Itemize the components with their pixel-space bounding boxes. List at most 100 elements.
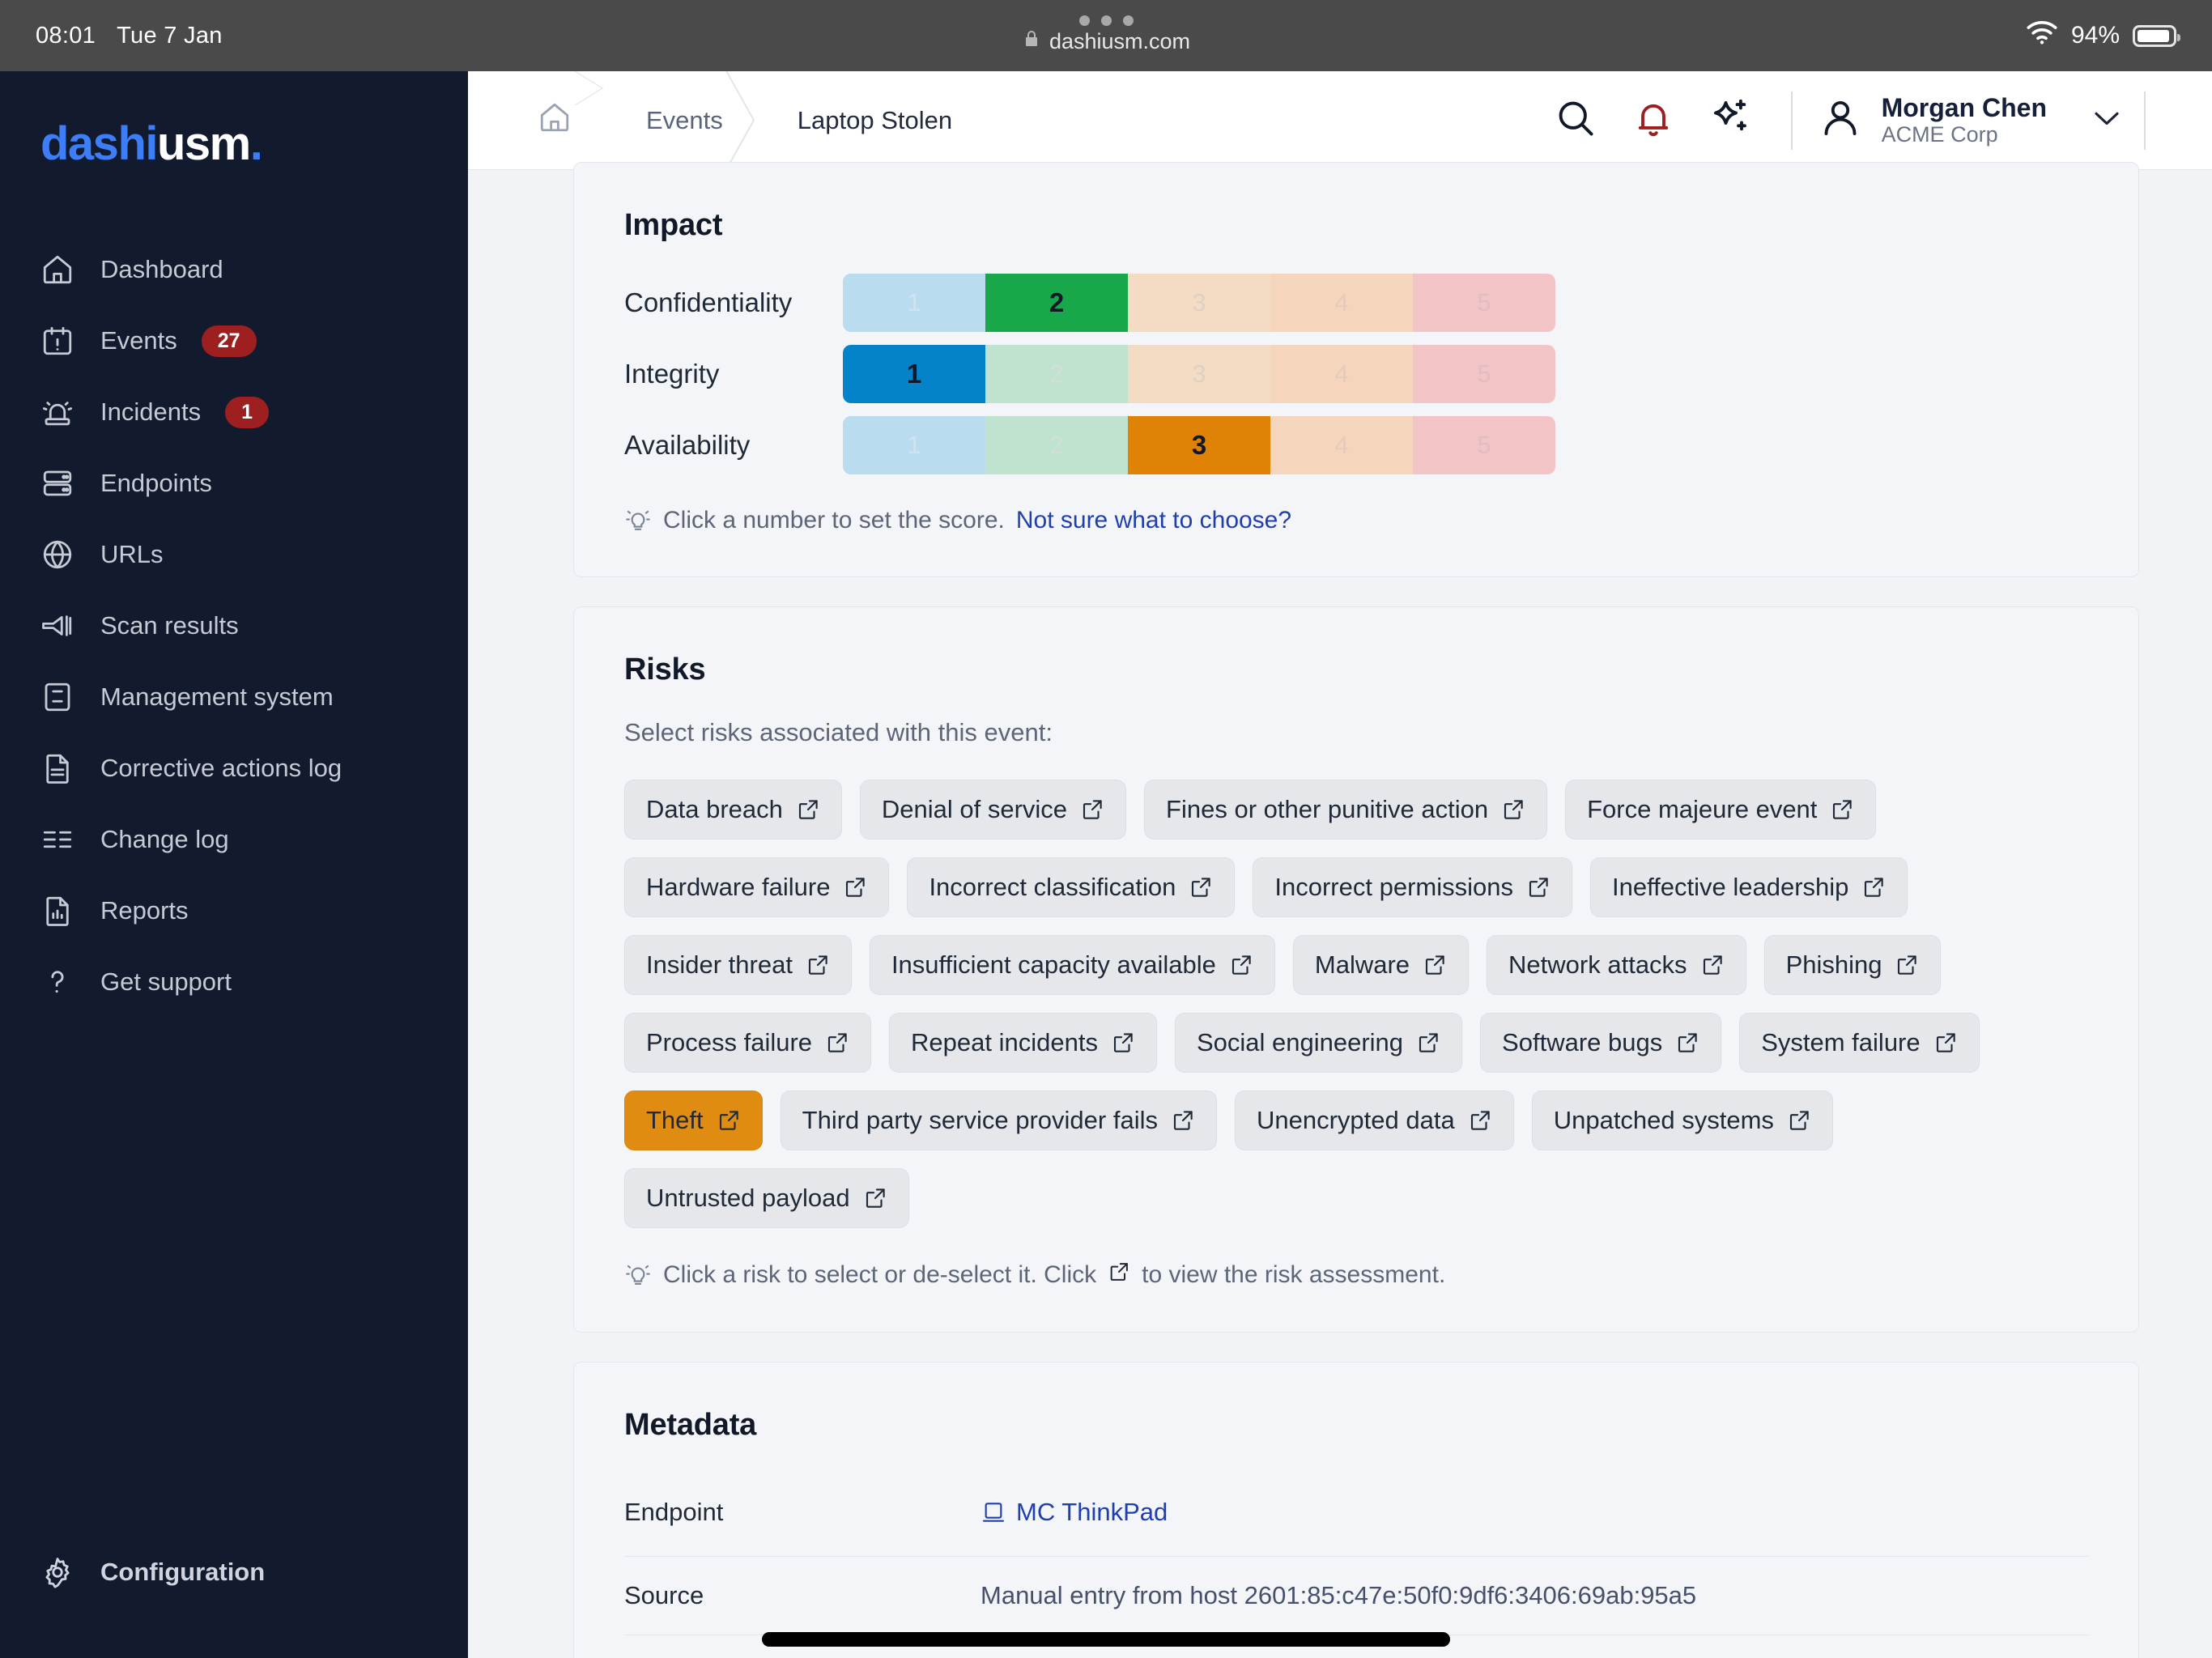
external-link-icon[interactable]	[1189, 875, 1213, 899]
risk-chip[interactable]: Malware	[1292, 935, 1470, 995]
impact-score-option[interactable]: 5	[1413, 416, 1555, 474]
risk-chip-selected[interactable]: Theft	[624, 1090, 763, 1150]
breadcrumb-home[interactable]	[468, 71, 604, 169]
flashlight-icon	[39, 607, 76, 644]
sidebar-item-dashboard[interactable]: Dashboard	[0, 234, 468, 305]
sidebar-item-endpoints[interactable]: Endpoints	[0, 448, 468, 519]
external-link-icon[interactable]	[1423, 953, 1447, 977]
external-link-icon[interactable]	[717, 1108, 741, 1133]
external-link-icon[interactable]	[1229, 953, 1253, 977]
external-link-icon[interactable]	[1526, 875, 1551, 899]
external-link-icon[interactable]	[863, 1186, 887, 1210]
impact-score-option[interactable]: 1	[843, 274, 985, 332]
impact-score-option[interactable]: 3	[1128, 274, 1270, 332]
address-bar[interactable]: dashiusm.com	[1022, 29, 1190, 54]
risk-chip[interactable]: Software bugs	[1480, 1013, 1722, 1073]
external-link-icon[interactable]	[1501, 797, 1525, 822]
sidebar-bottom: Configuration	[0, 1537, 468, 1608]
impact-score-option[interactable]: 4	[1270, 274, 1413, 332]
ai-assistant-button[interactable]	[1692, 82, 1770, 159]
external-link-icon[interactable]	[796, 797, 820, 822]
endpoint-link[interactable]: MC ThinkPad	[981, 1498, 1168, 1527]
impact-score-option-selected[interactable]: 1	[843, 345, 985, 403]
external-link-icon[interactable]	[1171, 1108, 1195, 1133]
risk-chip[interactable]: Untrusted payload	[624, 1168, 909, 1228]
sidebar-item-scan-results[interactable]: Scan results	[0, 590, 468, 661]
status-right: 94%	[2026, 20, 2180, 51]
sidebar-item-change-log[interactable]: Change log	[0, 804, 468, 875]
risk-chip[interactable]: Network attacks	[1487, 935, 1746, 995]
risk-chip[interactable]: Incorrect classification	[907, 857, 1236, 917]
risk-chip[interactable]: Unencrypted data	[1234, 1090, 1514, 1150]
user-menu[interactable]: Morgan Chen ACME Corp	[1814, 93, 2123, 148]
sidebar-item-management-system[interactable]: Management system	[0, 661, 468, 733]
impact-score-option[interactable]: 5	[1413, 274, 1555, 332]
external-link-icon[interactable]	[1787, 1108, 1811, 1133]
sidebar-item-events[interactable]: Events 27	[0, 305, 468, 376]
external-link-icon[interactable]	[1700, 953, 1725, 977]
risk-chip[interactable]: Third party service provider fails	[780, 1090, 1217, 1150]
impact-hint-link[interactable]: Not sure what to choose?	[1016, 507, 1291, 534]
ipad-status-bar: 08:01 Tue 7 Jan dashiusm.com 94%	[0, 0, 2212, 71]
risks-title: Risks	[624, 653, 706, 687]
risk-chip[interactable]: System failure	[1739, 1013, 1980, 1073]
external-link-icon[interactable]	[1895, 953, 1919, 977]
external-link-icon[interactable]	[1111, 1031, 1135, 1055]
external-link-icon[interactable]	[843, 875, 867, 899]
chevron-down-icon[interactable]	[2091, 108, 2123, 133]
user-org: ACME Corp	[1881, 122, 1998, 147]
search-button[interactable]	[1537, 82, 1614, 159]
impact-label: Integrity	[624, 359, 720, 389]
external-link-icon[interactable]	[1416, 1031, 1440, 1055]
risk-chip[interactable]: Hardware failure	[624, 857, 890, 917]
external-link-icon[interactable]	[825, 1031, 849, 1055]
impact-score-option[interactable]: 2	[985, 416, 1128, 474]
sidebar-item-reports[interactable]: Reports	[0, 875, 468, 946]
breadcrumb-parent[interactable]: Events	[572, 71, 755, 169]
risk-chip[interactable]: Insufficient capacity available	[869, 935, 1275, 995]
sidebar-item-urls[interactable]: URLs	[0, 519, 468, 590]
impact-score-option[interactable]: 5	[1413, 345, 1555, 403]
impact-score-option[interactable]: 2	[985, 345, 1128, 403]
risk-chip[interactable]: Data breach	[624, 780, 842, 840]
sidebar-item-label: Dashboard	[100, 255, 223, 283]
impact-score-option-selected[interactable]: 3	[1128, 416, 1270, 474]
external-link-icon[interactable]	[1080, 797, 1104, 822]
sidebar-item-label: Incidents	[100, 397, 202, 426]
impact-score-option[interactable]: 3	[1128, 345, 1270, 403]
risk-chip[interactable]: Phishing	[1763, 935, 1942, 995]
external-link-icon[interactable]	[1675, 1031, 1699, 1055]
external-link-icon[interactable]	[806, 953, 830, 977]
impact-score-option-selected[interactable]: 2	[985, 274, 1128, 332]
risk-chip[interactable]: Denial of service	[859, 780, 1127, 840]
sidebar-item-configuration[interactable]: Configuration	[0, 1537, 468, 1608]
impact-score-option[interactable]: 4	[1270, 416, 1413, 474]
impact-score-option[interactable]: 4	[1270, 345, 1413, 403]
notifications-button[interactable]	[1614, 82, 1692, 159]
risk-chip[interactable]: Process failure	[624, 1013, 872, 1073]
app-logo[interactable]: dashiusm.	[0, 71, 468, 171]
impact-score-option[interactable]: 1	[843, 416, 985, 474]
main-area: Events Laptop Stolen Morgan Chen ACME Co…	[468, 71, 2212, 1658]
external-link-icon[interactable]	[1468, 1108, 1492, 1133]
external-link-icon[interactable]	[1861, 875, 1886, 899]
risk-chip[interactable]: Ineffective leadership	[1589, 857, 1908, 917]
risk-chip[interactable]: Incorrect permissions	[1253, 857, 1572, 917]
sidebar-item-corrective-actions-log[interactable]: Corrective actions log	[0, 733, 468, 804]
risk-chip[interactable]: Repeat incidents	[889, 1013, 1157, 1073]
external-link-icon[interactable]	[1830, 797, 1854, 822]
risk-chip[interactable]: Force majeure event	[1565, 780, 1877, 840]
metadata-row-endpoint: Endpoint MC ThinkPad	[624, 1473, 2088, 1557]
risk-chip[interactable]: Fines or other punitive action	[1144, 780, 1548, 840]
external-link-icon[interactable]	[1933, 1031, 1958, 1055]
sidebar-item-get-support[interactable]: Get support	[0, 946, 468, 1018]
risk-chip-label: Unencrypted data	[1256, 1106, 1455, 1134]
divider	[2144, 91, 2146, 150]
risk-chip[interactable]: Social engineering	[1174, 1013, 1463, 1073]
risk-chip[interactable]: Insider threat	[624, 935, 852, 995]
risk-chip-label: Insufficient capacity available	[891, 950, 1216, 979]
sidebar-item-incidents[interactable]: Incidents 1	[0, 376, 468, 448]
risk-chip[interactable]: Unpatched systems	[1531, 1090, 1833, 1150]
impact-scale-confidentiality: 1 2 3 4 5	[843, 274, 1555, 332]
metadata-card: Metadata Endpoint MC ThinkPad Source Man…	[573, 1362, 2139, 1658]
